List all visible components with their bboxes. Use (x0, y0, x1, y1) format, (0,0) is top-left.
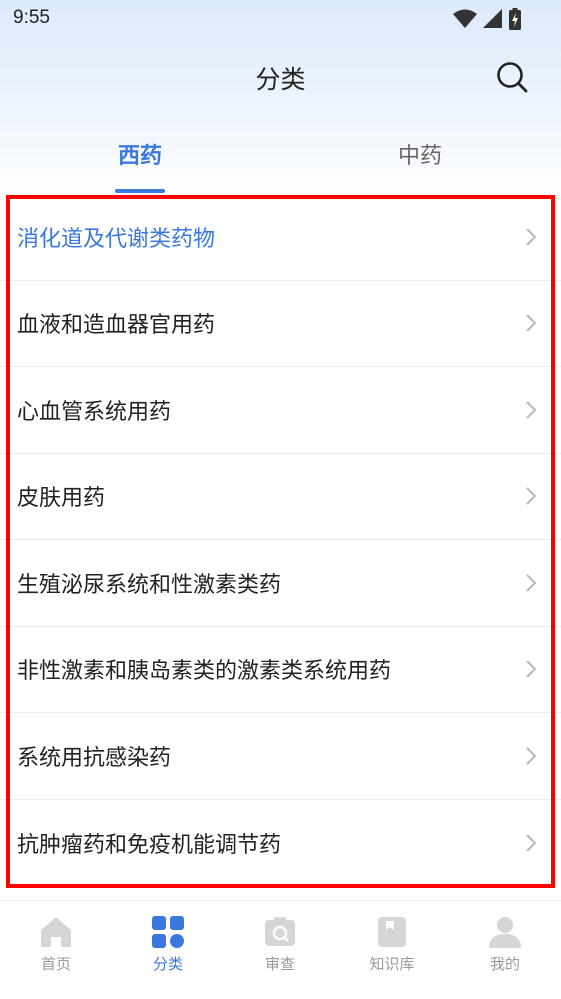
list-item[interactable]: 心血管系统用药 (0, 367, 561, 454)
knowledge-book-icon (378, 917, 406, 947)
nav-item-review[interactable]: 审查 (230, 915, 330, 974)
list-item-label: 生殖泌尿系统和性激素类药 (17, 572, 282, 598)
status-time: 9:55 (13, 7, 50, 28)
search-button[interactable] (493, 58, 531, 96)
list-item[interactable]: 血液和造血器官用药 (0, 281, 561, 367)
tab-western-medicine[interactable]: 西药 (70, 138, 210, 170)
chevron-right-icon (526, 747, 537, 765)
list-item[interactable]: 系统用抗感染药 (0, 713, 561, 800)
chevron-right-icon (526, 834, 537, 852)
nav-label: 分类 (152, 955, 183, 973)
wifi-icon (453, 9, 477, 28)
chevron-right-icon (526, 314, 537, 332)
list-item-label: 皮肤用药 (17, 486, 106, 512)
list-item-label: 心血管系统用药 (17, 399, 172, 425)
bottom-nav: 首页 分类 审查 知识库 我的 (0, 900, 561, 999)
chevron-right-icon (526, 401, 537, 419)
list-item[interactable]: 生殖泌尿系统和性激素类药 (0, 540, 561, 627)
category-grid-icon (152, 916, 184, 948)
nav-item-profile[interactable]: 我的 (455, 915, 555, 974)
category-tabs: 西药 中药 (0, 128, 561, 194)
screen: 9:55 分类 西药 中药 消化道及代谢类药物 血液和造血器官用药 心血管系统用… (0, 0, 561, 999)
nav-item-category[interactable]: 分类 (118, 915, 218, 974)
list-item[interactable]: 消化道及代谢类药物 (0, 194, 561, 281)
list-item-label: 非性激素和胰岛素类的激素类系统用药 (17, 659, 392, 685)
header: 分类 (0, 40, 561, 116)
page-title: 分类 (255, 65, 306, 94)
chevron-right-icon (526, 660, 537, 678)
search-icon (497, 62, 528, 93)
list-item[interactable]: 抗肿瘤药和免疫机能调节药 (0, 800, 561, 887)
list-item-label: 系统用抗感染药 (17, 745, 172, 771)
nav-label: 审查 (264, 955, 295, 973)
nav-item-home[interactable]: 首页 (6, 915, 106, 974)
list-item-label: 抗肿瘤药和免疫机能调节药 (17, 832, 282, 858)
status-icons (453, 8, 521, 30)
list-item-label: 消化道及代谢类药物 (17, 226, 216, 252)
list-item-label: 血液和造血器官用药 (17, 313, 216, 339)
nav-label: 首页 (40, 955, 71, 973)
tab-chinese-medicine[interactable]: 中药 (350, 138, 490, 170)
list-item[interactable]: 皮肤用药 (0, 454, 561, 540)
battery-icon (509, 8, 521, 30)
nav-item-knowledge[interactable]: 知识库 (342, 915, 442, 974)
chevron-right-icon (526, 487, 537, 505)
signal-icon (483, 9, 502, 28)
list-item[interactable]: 非性激素和胰岛素类的激素类系统用药 (0, 627, 561, 713)
category-list: 消化道及代谢类药物 血液和造血器官用药 心血管系统用药 皮肤用药 生殖泌尿系统和… (0, 194, 561, 886)
nav-label: 我的 (489, 955, 520, 973)
chevron-right-icon (526, 228, 537, 246)
active-tab-indicator (115, 189, 165, 193)
nav-label: 知识库 (369, 955, 415, 973)
home-icon (41, 917, 71, 947)
profile-icon (489, 917, 521, 948)
chevron-right-icon (526, 574, 537, 592)
review-icon (265, 917, 295, 946)
status-bar: 9:55 (0, 0, 561, 40)
